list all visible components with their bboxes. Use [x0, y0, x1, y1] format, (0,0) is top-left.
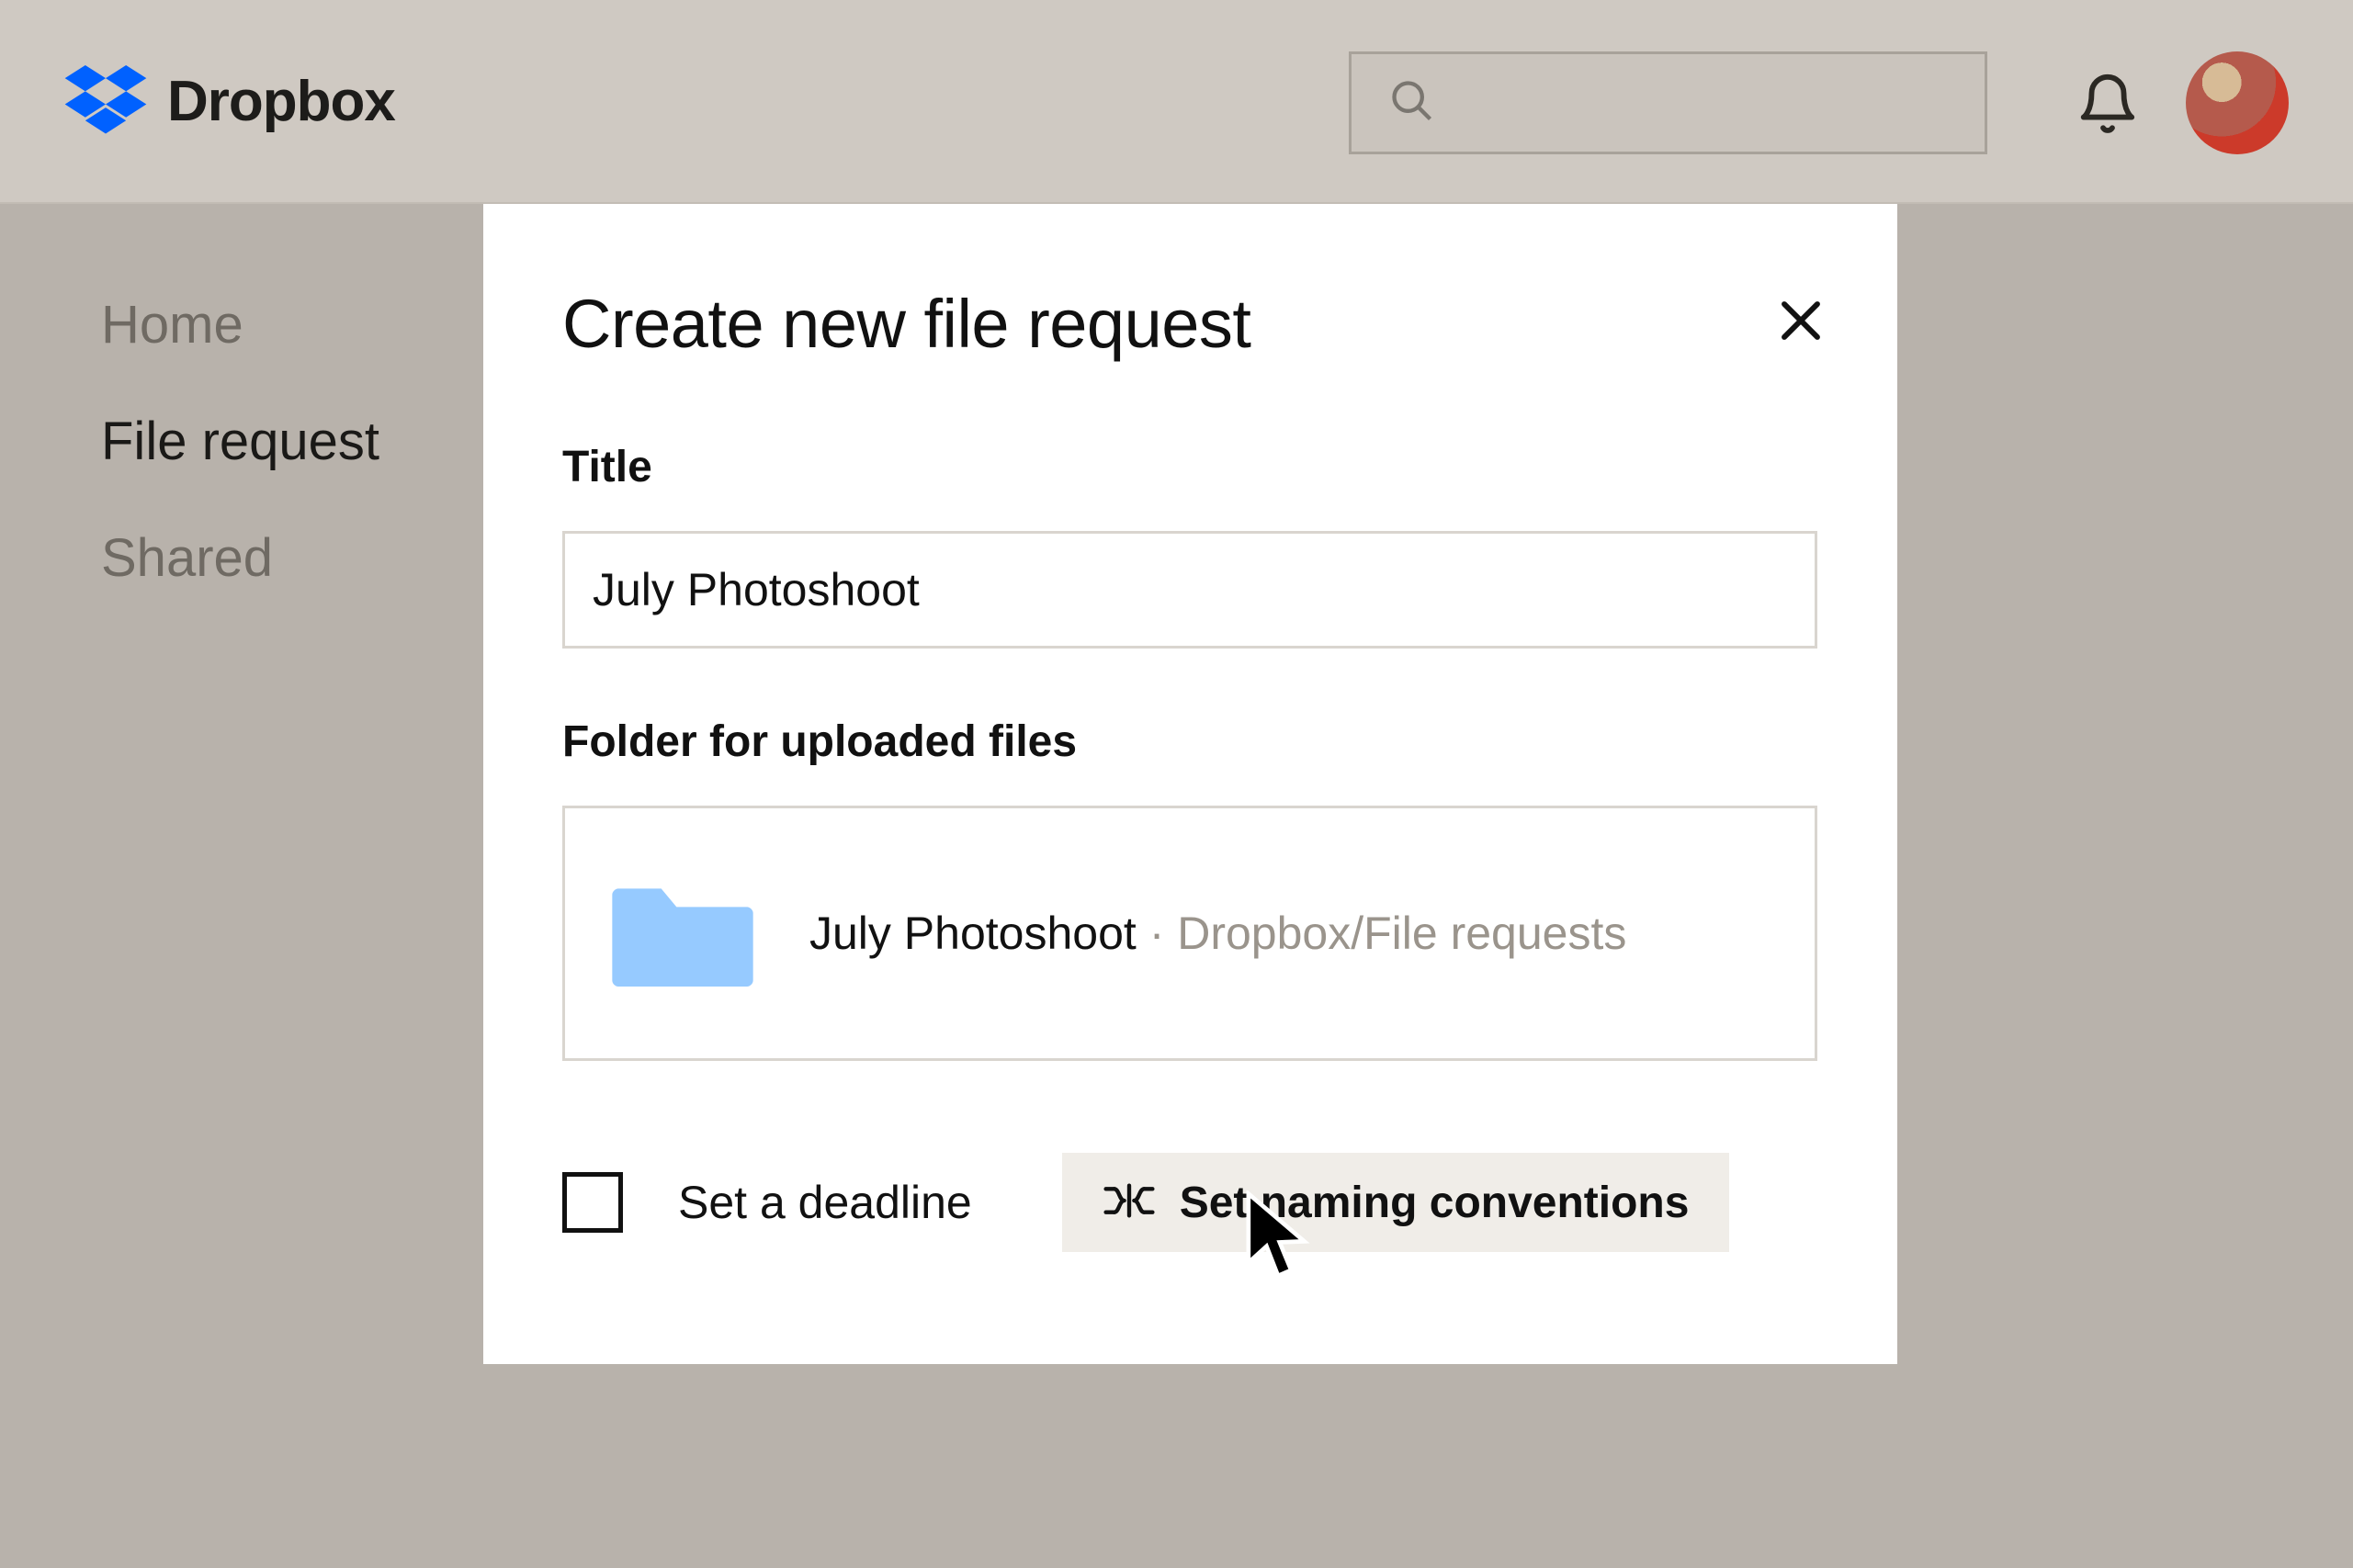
- deadline-label: Set a deadline: [678, 1176, 972, 1229]
- sidebar-item-shared[interactable]: Shared: [101, 527, 379, 589]
- folder-name: July Photoshoot: [809, 908, 1137, 959]
- sidebar-item-home[interactable]: Home: [101, 294, 379, 355]
- sidebar-item-label: File request: [101, 412, 379, 471]
- title-input[interactable]: [562, 531, 1817, 649]
- folder-label: Folder for uploaded files: [562, 716, 1818, 767]
- sidebar: Home File request Shared: [101, 294, 379, 589]
- close-button[interactable]: [1776, 296, 1826, 350]
- naming-icon: [1103, 1180, 1156, 1225]
- dialog-heading: Create new file request: [562, 285, 1818, 363]
- avatar[interactable]: [2186, 51, 2289, 154]
- brand: Dropbox: [64, 65, 395, 137]
- brand-name: Dropbox: [167, 69, 395, 134]
- notifications-icon[interactable]: [2076, 72, 2140, 141]
- folder-path: Dropbox/File requests: [1177, 908, 1626, 959]
- search-icon: [1388, 77, 1436, 130]
- sidebar-item-label: Shared: [101, 528, 273, 588]
- dropbox-logo-icon: [64, 65, 147, 137]
- sidebar-item-file-request[interactable]: File request: [101, 411, 379, 472]
- create-file-request-dialog: Create new file request Title Folder for…: [483, 204, 1897, 1364]
- title-label: Title: [562, 442, 1818, 492]
- deadline-checkbox[interactable]: [562, 1172, 623, 1233]
- close-icon: [1776, 296, 1826, 345]
- search-input[interactable]: [1349, 51, 1987, 154]
- folder-text: July Photoshoot · Dropbox/File requests: [809, 907, 1626, 960]
- set-naming-conventions-button[interactable]: Set naming conventions: [1062, 1153, 1730, 1252]
- naming-button-label: Set naming conventions: [1180, 1178, 1690, 1228]
- options-row: Set a deadline Set naming conventions: [562, 1153, 1818, 1252]
- folder-selector[interactable]: July Photoshoot · Dropbox/File requests: [562, 806, 1817, 1061]
- folder-icon: [609, 867, 756, 1000]
- folder-separator: ·: [1137, 908, 1177, 959]
- sidebar-item-label: Home: [101, 295, 243, 355]
- app-header: Dropbox: [0, 0, 2353, 204]
